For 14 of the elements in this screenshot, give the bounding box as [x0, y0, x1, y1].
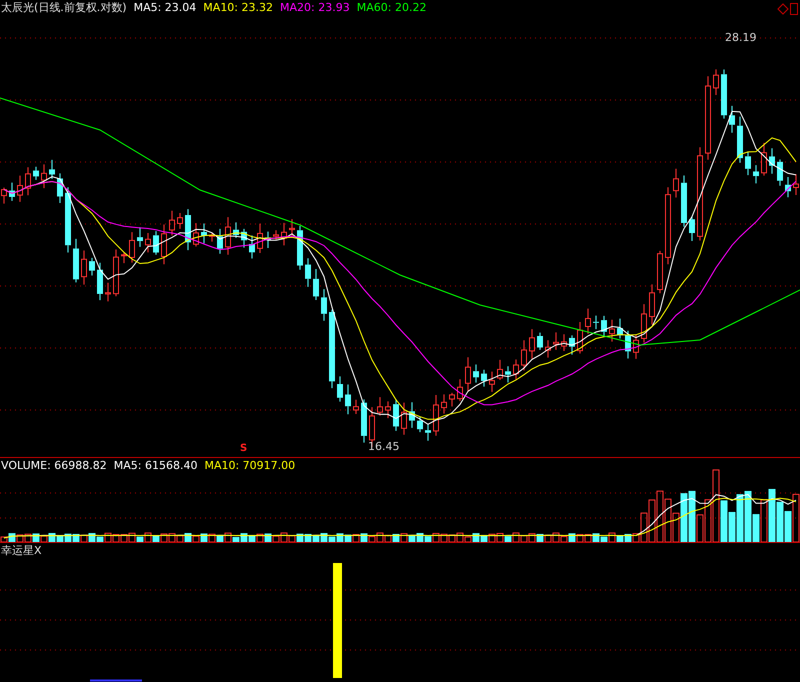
indicator-value: MA5: 61568.40	[114, 459, 198, 473]
high-price-label: 28.19	[725, 31, 756, 44]
low-price-label: 16.45	[368, 440, 400, 453]
indicator-value: MA10: 70917.00	[204, 459, 296, 473]
indicator-value: VOLUME: 66988.82	[1, 459, 107, 473]
indicator-value: MA10: 23.32	[203, 1, 274, 15]
rectangle-icon	[790, 3, 798, 15]
chart-title: 太辰光(日线.前复权.对数)	[1, 1, 127, 15]
indicator-value: MA60: 20.22	[356, 1, 426, 15]
indicator-value: MA20: 23.93	[280, 1, 350, 15]
indicator-title: 幸运星X	[1, 544, 42, 558]
diamond-icon	[777, 3, 789, 15]
indicator-value: MA5: 23.04	[134, 1, 196, 15]
sell-signal-mark: S	[240, 443, 248, 455]
